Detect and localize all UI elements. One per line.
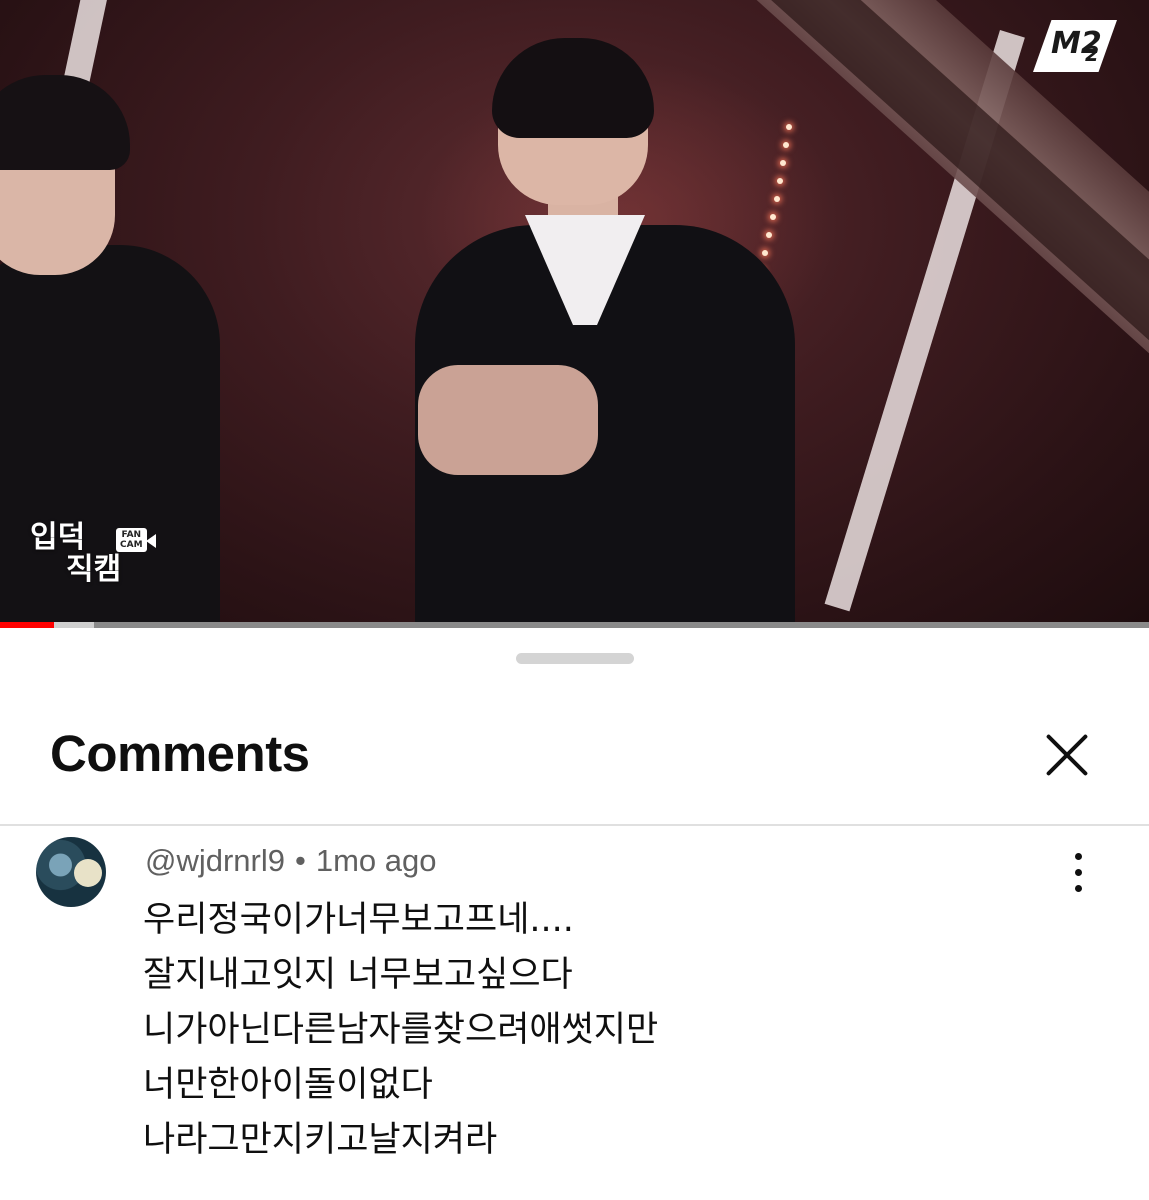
comment-line: 우리정국이가너무보고프네.... — [143, 900, 574, 940]
performer-left-hair — [0, 75, 130, 170]
comment-line: 니가아닌다른남자를찾으려애썻지만 — [143, 1010, 659, 1050]
more-vertical-icon[interactable] — [1060, 851, 1096, 895]
comment-line: 잘지내고잇지 너무보고싶으다 — [143, 955, 573, 995]
sheet-drag-handle[interactable] — [516, 653, 634, 664]
fancam-line2: 직캠 — [66, 551, 122, 587]
performer-hair — [492, 38, 654, 138]
comment-body: 우리정국이가너무보고프네.... 잘지내고잇지 너무보고싶으다 니가아닌다른남자… — [143, 893, 1043, 1168]
comment-meta: @wjdrnrl9 • 1mo ago — [145, 843, 437, 879]
close-icon[interactable] — [1040, 727, 1094, 781]
comment-item: @wjdrnrl9 • 1mo ago 우리정국이가너무보고프네.... 잘지내고잇… — [0, 833, 1149, 1200]
meta-separator: • — [295, 843, 306, 878]
comments-sheet: Comments @wjdrnrl9 • 1mo ago 우리정국이가너무보고프네.… — [0, 628, 1149, 1200]
avatar[interactable] — [36, 837, 106, 907]
camera-icon — [146, 534, 156, 548]
fancam-watermark: 입덕 직캠 FAN CAM — [30, 520, 156, 587]
comments-title: Comments — [50, 725, 310, 782]
header-divider — [0, 824, 1149, 826]
video-player[interactable]: M2 2 입덕 직캠 FAN CAM — [0, 0, 1149, 628]
comment-line: 너만한아이돌이없다 — [143, 1065, 433, 1105]
channel-logo-number: 2 — [1085, 42, 1099, 66]
channel-logo: M2 2 — [1033, 20, 1117, 72]
performer-hands — [418, 365, 598, 475]
comment-timestamp: 1mo ago — [315, 843, 437, 878]
comment-author[interactable]: @wjdrnrl9 — [145, 843, 285, 878]
fancam-line1: 입덕 — [30, 520, 86, 555]
comment-line: 나라그만지키고날지켜라 — [143, 1120, 498, 1160]
fancam-tag: FAN CAM — [116, 528, 147, 552]
